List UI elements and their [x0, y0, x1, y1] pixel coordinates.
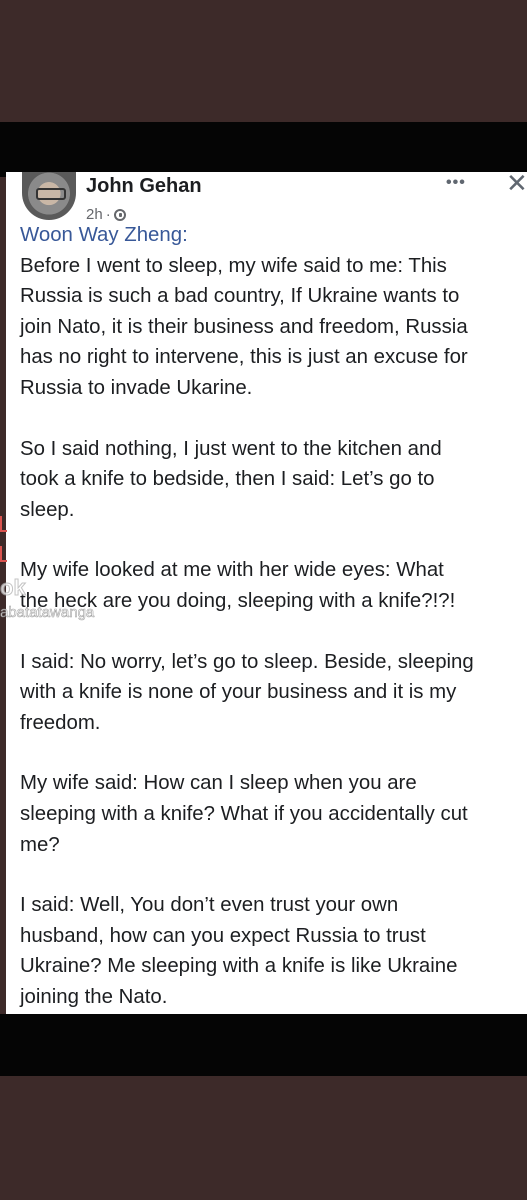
edge-marker — [0, 516, 7, 532]
post-paragraph-4: I said: No worry, let’s go to sleep. Bes… — [20, 650, 474, 734]
globe-icon — [113, 208, 126, 221]
bottom-black-band — [0, 1014, 527, 1076]
edge-marker — [0, 546, 7, 562]
facebook-post-card: John Gehan 2h · ••• ✕ Woon Way Zheng: Be… — [6, 172, 527, 1014]
glasses-graphic — [36, 188, 66, 200]
post-paragraph-3: My wife looked at me with her wide eyes:… — [20, 559, 456, 612]
avatar[interactable] — [22, 172, 76, 220]
top-black-band — [0, 122, 527, 177]
watermark-logo: ok — [0, 575, 26, 601]
close-icon[interactable]: ✕ — [506, 172, 527, 199]
post-paragraph-2: So I said nothing, I just went to the ki… — [20, 437, 442, 521]
watermark-username: abatatawanga — [0, 604, 95, 622]
post-author-name[interactable]: John Gehan — [86, 175, 202, 198]
post-paragraph-1: Before I went to sleep, my wife said to … — [20, 254, 468, 399]
post-body: Woon Way Zheng: Before I went to sleep, … — [20, 220, 526, 1014]
quoted-author-name[interactable]: Woon Way Zheng: — [20, 220, 526, 251]
post-paragraph-5: My wife said: How can I sleep when you a… — [20, 772, 468, 856]
more-options-icon[interactable]: ••• — [446, 174, 466, 192]
post-paragraph-6: I said: Well, You don’t even trust your … — [20, 894, 458, 1008]
